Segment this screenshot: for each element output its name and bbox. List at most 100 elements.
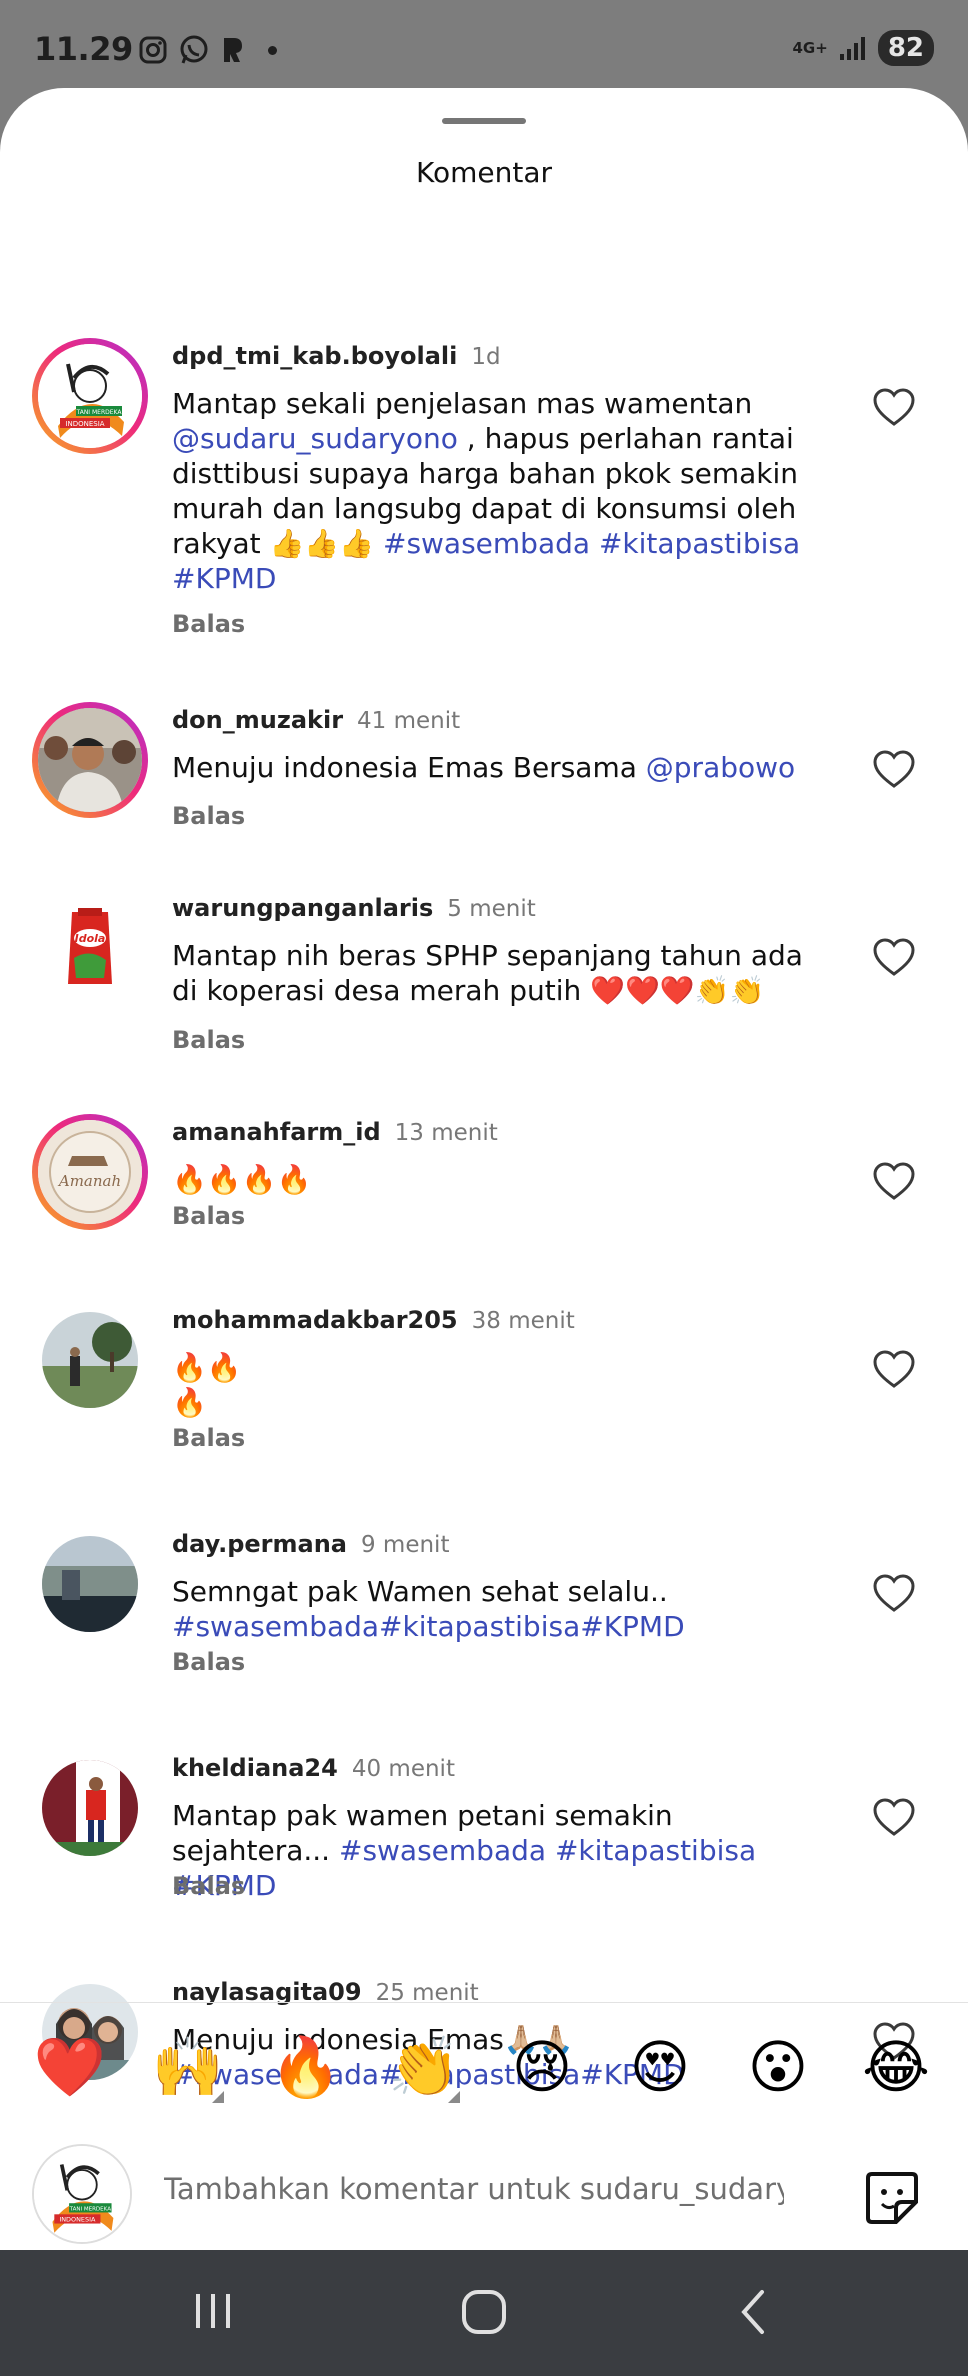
comment-username[interactable]: dpd_tmi_kab.boyolali 1d xyxy=(172,342,501,370)
hashtag-link[interactable]: #swasembada xyxy=(339,1834,546,1867)
comment-time: 5 menit xyxy=(447,896,536,922)
comment-input[interactable] xyxy=(164,2172,784,2206)
status-time: 11.29 xyxy=(34,30,133,68)
avatar-text-tani: TANI MERDEKA xyxy=(76,409,123,416)
avatar: Amanah xyxy=(38,1120,142,1224)
reply-button[interactable]: Balas xyxy=(172,1424,245,1452)
comment-time: 1d xyxy=(471,344,501,370)
avatar-story-ring[interactable]: Amanah xyxy=(32,1114,148,1230)
home-icon[interactable] xyxy=(460,2288,508,2336)
avatar-text-indonesia: INDONESIA xyxy=(65,420,104,428)
comment-time: 40 menit xyxy=(351,1756,455,1782)
comment-text: Mantap pak wamen petani semakin sejahter… xyxy=(172,1798,832,1903)
hashtag-link[interactable]: #kitapastibisa xyxy=(555,1834,756,1867)
reply-button[interactable]: Balas xyxy=(172,802,245,830)
reaction-heart[interactable]: ❤️ xyxy=(30,2027,110,2107)
comment-username[interactable]: kheldiana24 40 menit xyxy=(172,1754,455,1782)
network-indicator: 4G+ xyxy=(792,39,828,57)
quick-reaction-bar: ❤️ 🙌 🔥 👏 😢 😍 😮 😂 xyxy=(0,2002,968,2135)
comment-text-segment xyxy=(546,1834,555,1867)
avatar[interactable] xyxy=(42,1312,138,1408)
system-navigation-bar xyxy=(0,2250,968,2376)
drag-handle[interactable] xyxy=(442,118,526,124)
comment-text: Mantap sekali penjelasan mas wamentan @s… xyxy=(172,386,832,596)
current-user-avatar: TANI MERDEKA INDONESIA xyxy=(32,2144,132,2244)
back-icon[interactable] xyxy=(734,2288,774,2336)
signal-icon xyxy=(839,37,865,60)
heart-outline-icon[interactable] xyxy=(872,1162,916,1202)
comment-text: Menuju indonesia Emas Bersama @prabowo xyxy=(172,750,832,785)
add-comment-row: TANI MERDEKA INDONESIA xyxy=(0,2124,968,2250)
comments-sheet: Komentar TANI MERDEKA INDONESIA dpd_tmi_… xyxy=(0,88,968,2250)
status-right: 4G+ 82 xyxy=(792,30,934,66)
avatar[interactable]: Idola xyxy=(42,898,138,994)
reaction-surprised[interactable]: 😮 xyxy=(738,2027,818,2107)
status-bar: 11.29 4G+ 82 xyxy=(0,0,968,90)
app-icon xyxy=(224,38,242,62)
comment-time: 13 menit xyxy=(394,1120,498,1146)
mention-link[interactable]: @prabowo xyxy=(646,751,795,784)
comment-time: 41 menit xyxy=(357,708,461,734)
sticker-icon[interactable] xyxy=(862,2168,922,2228)
avatar-text-amanah: Amanah xyxy=(57,1172,121,1190)
heart-outline-icon[interactable] xyxy=(872,388,916,428)
heart-outline-icon[interactable] xyxy=(872,1798,916,1838)
comment-list[interactable]: TANI MERDEKA INDONESIA dpd_tmi_kab.boyol… xyxy=(0,248,968,2088)
avatar: TANI MERDEKA INDONESIA xyxy=(38,344,142,448)
reply-button[interactable]: Balas xyxy=(172,1026,245,1054)
comment-text-segment: 🔥🔥🔥🔥 xyxy=(172,1163,312,1196)
hashtag-link[interactable]: #swasembada xyxy=(383,527,590,560)
comment-text-segment: Mantap sekali penjelasan mas wamentan xyxy=(172,387,753,420)
reply-button[interactable]: Balas xyxy=(172,1872,245,1900)
hashtag-link[interactable]: #kitapastibisa xyxy=(599,527,800,560)
reaction-laughing[interactable]: 😂 xyxy=(856,2027,936,2107)
avatar xyxy=(38,708,142,812)
comment-text-segment: Mantap nih beras SPHP sepanjang tahun ad… xyxy=(172,939,803,1007)
recent-apps-icon[interactable] xyxy=(190,2288,236,2334)
heart-outline-icon[interactable] xyxy=(872,938,916,978)
avatar-story-ring[interactable]: TANI MERDEKA INDONESIA xyxy=(32,338,148,454)
reply-button[interactable]: Balas xyxy=(172,1202,245,1230)
sheet-title: Komentar xyxy=(416,156,552,189)
avatar-text-tani: TANI MERDEKA xyxy=(69,2207,112,2213)
heart-outline-icon[interactable] xyxy=(872,1350,916,1390)
battery-indicator: 82 xyxy=(877,30,934,66)
instagram-icon xyxy=(139,36,167,64)
avatar[interactable] xyxy=(42,1760,138,1856)
comment-text: 🔥🔥🔥🔥 xyxy=(172,1162,832,1197)
heart-outline-icon[interactable] xyxy=(872,750,916,790)
reaction-clap[interactable]: 👏 xyxy=(384,2027,464,2107)
whatsapp-icon xyxy=(180,35,208,64)
reply-button[interactable]: Balas xyxy=(172,610,245,638)
comment-username[interactable]: amanahfarm_id 13 menit xyxy=(172,1118,498,1146)
hashtag-link[interactable]: #swasembada#kitapastibisa#KPMD xyxy=(172,1610,685,1643)
comment-time: 38 menit xyxy=(471,1308,575,1334)
comment-time: 9 menit xyxy=(360,1532,450,1558)
notification-icons xyxy=(138,34,277,66)
reaction-raising-hands[interactable]: 🙌 xyxy=(148,2027,228,2107)
comment-text-segment: Menuju indonesia Emas Bersama xyxy=(172,751,646,784)
heart-outline-icon[interactable] xyxy=(872,1574,916,1614)
skin-tone-indicator xyxy=(212,2091,224,2103)
reaction-crying[interactable]: 😢 xyxy=(502,2027,582,2107)
comment-username[interactable]: day.permana 9 menit xyxy=(172,1530,449,1558)
mention-link[interactable]: @sudaru_sudaryono xyxy=(172,422,458,455)
comment-text-segment xyxy=(590,527,599,560)
comment-username[interactable]: don_muzakir 41 menit xyxy=(172,706,460,734)
comment-text: Semngat pak Wamen sehat selalu.. #swasem… xyxy=(172,1574,832,1644)
comment-text-segment: 🔥🔥 🔥 xyxy=(172,1351,242,1419)
comment-username[interactable]: warungpanganlaris 5 menit xyxy=(172,894,536,922)
reaction-fire[interactable]: 🔥 xyxy=(266,2027,346,2107)
skin-tone-indicator xyxy=(448,2091,460,2103)
comment-text: 🔥🔥 🔥 xyxy=(172,1350,832,1420)
avatar[interactable] xyxy=(42,1536,138,1632)
hashtag-link[interactable]: #KPMD xyxy=(172,562,276,595)
more-notifications-dot xyxy=(268,45,277,55)
reply-button[interactable]: Balas xyxy=(172,1648,245,1676)
comment-text-segment: Semngat pak Wamen sehat selalu.. xyxy=(172,1575,668,1608)
comment-text: Mantap nih beras SPHP sepanjang tahun ad… xyxy=(172,938,832,1008)
avatar-text-idola: Idola xyxy=(75,932,106,945)
avatar-story-ring[interactable] xyxy=(32,702,148,818)
reaction-heart-eyes[interactable]: 😍 xyxy=(620,2027,700,2107)
comment-username[interactable]: mohammadakbar205 38 menit xyxy=(172,1306,575,1334)
